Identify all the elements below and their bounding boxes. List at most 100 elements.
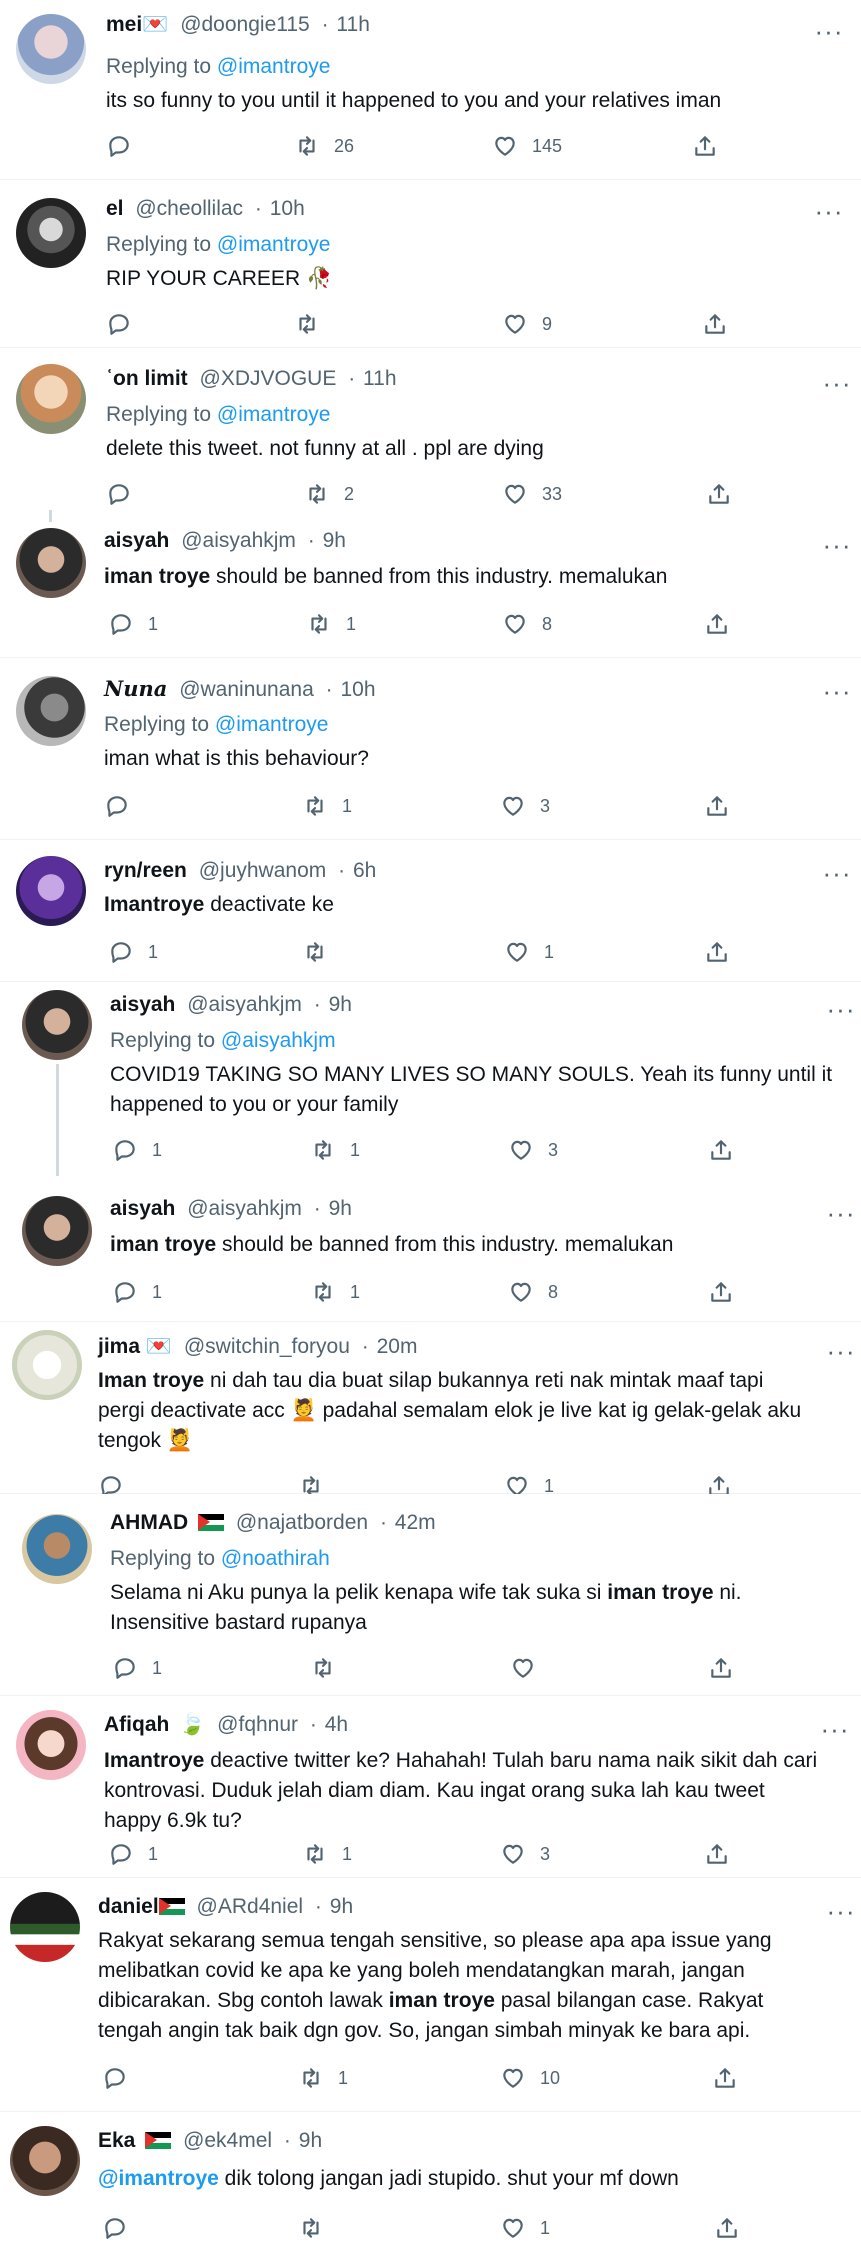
author-handle[interactable]: @aisyahkjm: [187, 1197, 302, 1220]
tweet-card[interactable]: AHMAD @najatborden · 42m Replying to @no…: [0, 1494, 861, 1696]
avatar[interactable]: [22, 1514, 92, 1584]
author-handle[interactable]: @waninunana: [179, 678, 314, 701]
retweet-button[interactable]: 1: [310, 1278, 360, 1306]
timestamp[interactable]: 9h: [323, 529, 346, 552]
retweet-button[interactable]: 26: [294, 132, 354, 160]
like-button[interactable]: 145: [492, 132, 562, 160]
share-button[interactable]: [708, 1654, 734, 1682]
author-name[interactable]: ryn/reen: [104, 859, 187, 882]
reply-button[interactable]: 1: [108, 610, 158, 638]
reply-button[interactable]: 1: [112, 1278, 162, 1306]
tweet-card[interactable]: daniel @ARd4niel · 9h ··· Rakyat sekaran…: [0, 1878, 861, 2112]
author-handle[interactable]: @XDJVOGUE: [200, 367, 337, 390]
replying-to-link[interactable]: @imantroye: [217, 55, 331, 78]
tweet-card[interactable]: ʿon limit @XDJVOGUE · 11h ··· Replying t…: [0, 348, 861, 518]
replying-to-link[interactable]: @imantroye: [217, 403, 331, 426]
avatar[interactable]: [16, 1710, 86, 1780]
avatar[interactable]: [16, 198, 86, 268]
like-button[interactable]: 8: [508, 1278, 558, 1306]
mention-bold[interactable]: iman troye: [389, 1989, 495, 2012]
author-handle[interactable]: @switchin_foryou: [184, 1335, 350, 1358]
reply-button[interactable]: [102, 2064, 142, 2092]
retweet-button[interactable]: 1: [302, 1840, 352, 1868]
more-options-icon[interactable]: ···: [826, 996, 856, 1024]
reply-button[interactable]: 1: [108, 938, 158, 966]
share-button[interactable]: [704, 938, 730, 966]
timestamp[interactable]: 20m: [377, 1335, 418, 1358]
author-handle[interactable]: @juyhwanom: [199, 859, 327, 882]
like-button[interactable]: [510, 1654, 550, 1682]
retweet-button[interactable]: [294, 310, 334, 338]
more-options-icon[interactable]: ···: [826, 1200, 856, 1228]
more-options-icon[interactable]: ···: [822, 678, 852, 706]
like-button[interactable]: 3: [500, 792, 550, 820]
retweet-button[interactable]: 1: [306, 610, 356, 638]
retweet-button[interactable]: 1: [302, 792, 352, 820]
like-button[interactable]: 1: [500, 2214, 550, 2242]
share-button[interactable]: [704, 792, 730, 820]
more-options-icon[interactable]: ···: [814, 198, 844, 226]
tweet-card[interactable]: el @cheollilac · 10h ··· Replying to @im…: [0, 180, 861, 348]
avatar[interactable]: [22, 1196, 92, 1266]
retweet-button[interactable]: 1: [298, 2064, 348, 2092]
retweet-button[interactable]: [298, 1472, 338, 1494]
like-button[interactable]: 10: [500, 2064, 560, 2092]
timestamp[interactable]: 6h: [353, 859, 376, 882]
author-handle[interactable]: @najatborden: [236, 1511, 368, 1534]
author-handle[interactable]: @fqhnur: [217, 1713, 298, 1736]
replying-to-link[interactable]: @imantroye: [215, 713, 329, 736]
like-button[interactable]: 3: [508, 1136, 558, 1164]
timestamp[interactable]: 11h: [363, 367, 396, 390]
avatar[interactable]: [16, 856, 86, 926]
author-name[interactable]: aisyah: [110, 993, 175, 1016]
tweet-card[interactable]: 𝑵𝒖𝒏𝒂 @waninunana · 10h ··· Replying to @…: [0, 658, 861, 840]
timestamp[interactable]: 42m: [395, 1511, 436, 1534]
author-name[interactable]: daniel: [98, 1895, 159, 1918]
author-name[interactable]: aisyah: [104, 529, 169, 552]
timestamp[interactable]: 9h: [329, 1197, 352, 1220]
author-handle[interactable]: @ARd4niel: [197, 1895, 304, 1918]
mention-bold[interactable]: Iman troye: [98, 1369, 204, 1392]
author-name[interactable]: aisyah: [110, 1197, 175, 1220]
mention-link[interactable]: @imantroye: [98, 2167, 219, 2190]
reply-button[interactable]: [98, 1472, 138, 1494]
author-name[interactable]: mei💌: [106, 13, 168, 36]
like-button[interactable]: 1: [504, 938, 554, 966]
avatar[interactable]: [16, 14, 86, 84]
avatar[interactable]: [22, 990, 92, 1060]
timestamp[interactable]: 10h: [340, 678, 375, 701]
avatar[interactable]: [16, 528, 86, 598]
share-button[interactable]: [708, 1278, 734, 1306]
tweet-card[interactable]: ryn/reen @juyhwanom · 6h ··· Imantroye d…: [0, 840, 861, 982]
author-name[interactable]: Afiqah: [104, 1713, 169, 1736]
author-name[interactable]: Eka: [98, 2129, 135, 2152]
share-button[interactable]: [692, 132, 718, 160]
reply-button[interactable]: [102, 2214, 142, 2242]
author-handle[interactable]: @aisyahkjm: [187, 993, 302, 1016]
replying-to-link[interactable]: @noathirah: [221, 1547, 330, 1570]
author-name[interactable]: AHMAD: [110, 1511, 188, 1534]
tweet-card[interactable]: aisyah @aisyahkjm · 9h ··· iman troye sh…: [0, 510, 861, 658]
more-options-icon[interactable]: ···: [826, 1898, 856, 1926]
retweet-button[interactable]: [310, 1654, 350, 1682]
share-button[interactable]: [704, 1840, 730, 1868]
retweet-button[interactable]: [298, 2214, 338, 2242]
author-name[interactable]: 𝑵𝒖𝒏𝒂: [104, 676, 167, 701]
author-handle[interactable]: @cheollilac: [135, 197, 243, 220]
share-button[interactable]: [702, 310, 728, 338]
more-options-icon[interactable]: ···: [822, 370, 852, 398]
retweet-button[interactable]: [302, 938, 342, 966]
tweet-card[interactable]: Afiqah 🍃 @fqhnur · 4h ··· Imantroye deac…: [0, 1696, 861, 1878]
mention-bold[interactable]: iman troye: [104, 565, 210, 588]
replying-to-link[interactable]: @aisyahkjm: [221, 1029, 336, 1052]
timestamp[interactable]: 4h: [325, 1713, 348, 1736]
timestamp[interactable]: 11h: [336, 13, 369, 36]
tweet-card[interactable]: aisyah @aisyahkjm · 9h ··· Replying to @…: [0, 982, 861, 1184]
retweet-button[interactable]: 2: [304, 480, 354, 508]
like-button[interactable]: 9: [502, 310, 552, 338]
share-button[interactable]: [704, 610, 730, 638]
more-options-icon[interactable]: ···: [822, 860, 852, 888]
author-handle[interactable]: @ek4mel: [183, 2129, 272, 2152]
timestamp[interactable]: 9h: [299, 2129, 322, 2152]
reply-button[interactable]: 1: [112, 1136, 162, 1164]
